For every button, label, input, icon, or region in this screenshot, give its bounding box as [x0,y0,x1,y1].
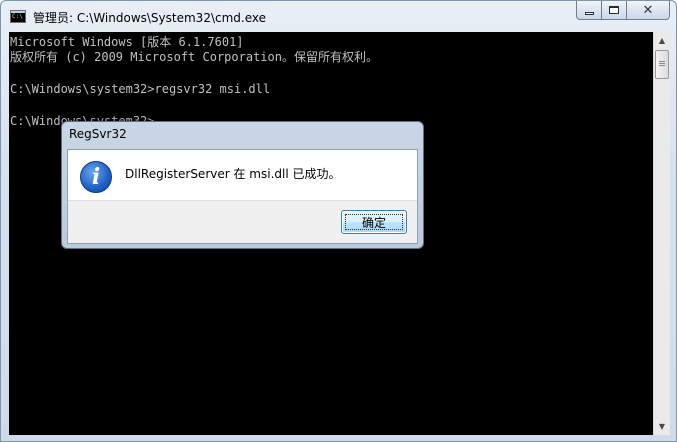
maximize-button[interactable] [602,1,627,20]
dialog-message: DllRegisterServer 在 msi.dll 已成功。 [125,167,341,181]
minimize-icon [584,11,594,15]
close-icon: ✕ [642,2,654,18]
info-icon: i [80,161,112,193]
minimize-button[interactable] [576,1,602,20]
caption-buttons: ✕ [576,1,670,21]
dialog-footer: 确定 [68,200,417,243]
console-line: 版权所有 (c) 2009 Microsoft Corporation。保留所有… [10,50,378,64]
scroll-up-arrow-icon[interactable]: ▲ [654,32,670,49]
dialog-title: RegSvr32 [69,127,127,141]
cmd-icon-text: C:\ [12,13,23,20]
console-line: C:\Windows\system32>regsvr32 msi.dll [10,82,271,96]
console-line: Microsoft Windows [版本 6.1.7601] [10,35,244,49]
dialog-body: i DllRegisterServer 在 msi.dll 已成功。 确定 [67,149,418,244]
ok-button[interactable]: 确定 [341,210,407,234]
maximize-icon [609,6,619,14]
regsvr32-dialog: RegSvr32 i DllRegisterServer 在 msi.dll 已… [61,121,424,249]
close-button[interactable]: ✕ [627,1,670,20]
window-title: 管理员: C:\Windows\System32\cmd.exe [33,11,266,25]
scrollbar-thumb[interactable] [655,50,669,79]
vertical-scrollbar[interactable]: ▲ ▼ [653,32,670,435]
scroll-down-arrow-icon[interactable]: ▼ [654,418,670,435]
cmd-app-icon[interactable]: C:\ [10,10,26,23]
title-bar[interactable]: C:\ 管理员: C:\Windows\System32\cmd.exe ✕ [1,1,676,32]
